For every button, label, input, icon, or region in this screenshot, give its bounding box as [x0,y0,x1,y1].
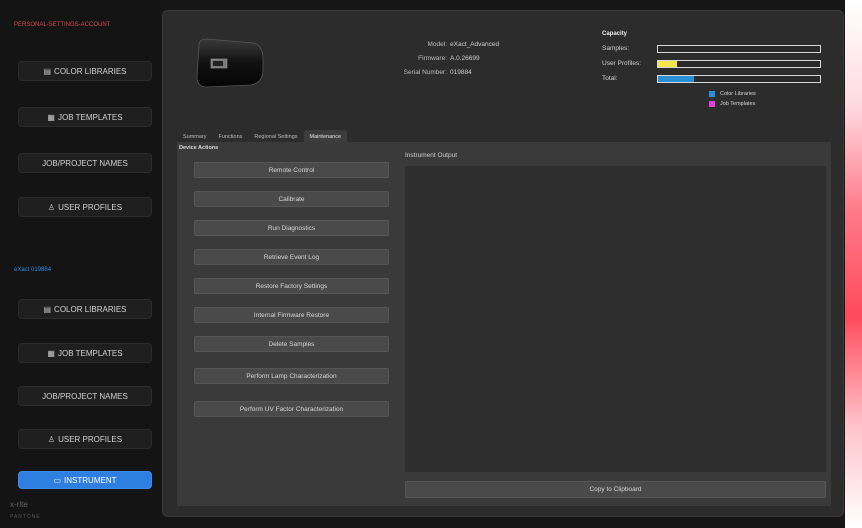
sidebar-section-title-device: eXact 019884 [14,267,52,273]
sidebar-item-label: COLOR LIBRARIES [54,66,127,76]
sidebar-item-device-color-libraries[interactable]: ▤ COLOR LIBRARIES [18,299,152,319]
firmware-value: A.0.26699 [450,55,480,62]
serial-label: Serial Number: [403,69,447,76]
capacity-title: Capacity [602,31,628,37]
sidebar-item-device-job-project-names[interactable]: JOB/PROJECT NAMES [18,386,152,406]
device-actions-title: Device Actions [179,145,219,151]
serial-row: Serial Number: 019884 [385,69,472,76]
sidebar-item-label: JOB/PROJECT NAMES [42,391,128,401]
serial-value: 019884 [450,69,472,76]
sidebar-item-label: JOB TEMPLATES [57,348,123,358]
legend-swatch-job-templates [709,101,715,107]
copy-to-clipboard-button[interactable]: Copy to Clipboard [405,481,826,498]
legend-job-templates: Job Templates [709,101,755,107]
model-row: Model: eXact_Advanced [385,41,499,48]
user-icon: ♙ [47,202,56,212]
instrument-output-label: Instrument Output [405,152,458,159]
main-panel: Model: eXact_Advanced Firmware: A.0.26699 … [162,10,844,517]
library-icon: ▤ [43,66,52,76]
pantone-logo: PANTONE [10,514,41,520]
sidebar-item-label: INSTRUMENT [64,475,117,485]
user-icon: ♙ [47,434,56,444]
firmware-label: Firmware: [418,55,447,62]
sidebar-item-label: USER PROFILES [58,434,123,444]
template-icon: ▦ [47,112,55,122]
firmware-row: Firmware: A.0.26699 [385,55,480,62]
capacity-user-profiles-fill [658,61,678,67]
capacity-total-bar [657,75,821,83]
device-image [196,38,264,88]
sidebar-item-device-user-profiles[interactable]: ♙ USER PROFILES [18,429,152,449]
legend-label: Job Templates [720,101,756,107]
sidebar-item-color-libraries[interactable]: ▤ COLOR LIBRARIES [18,61,152,81]
capacity-samples-label: Samples: [602,45,630,52]
perform-lamp-characterization-button[interactable]: Perform Lamp Characterization [194,368,389,384]
restore-factory-settings-button[interactable]: Restore Factory Settings [194,278,389,294]
remote-control-button[interactable]: Remote Control [194,162,389,178]
sidebar-item-label: JOB/PROJECT NAMES [42,158,128,168]
sidebar-item-device-job-templates[interactable]: ▦ JOB TEMPLATES [18,343,152,363]
capacity-user-profiles-bar [657,60,821,68]
sidebar-item-label: COLOR LIBRARIES [54,304,127,314]
run-diagnostics-button[interactable]: Run Diagnostics [194,220,389,236]
retrieve-event-log-button[interactable]: Retrieve Event Log [194,249,389,265]
capacity-total-label: Total: [602,75,618,82]
instrument-icon: ▭ [53,475,62,485]
model-value: eXact_Advanced [450,41,500,48]
template-icon: ▦ [47,348,55,358]
sidebar-item-job-project-names[interactable]: JOB/PROJECT NAMES [18,153,152,173]
instrument-output-area[interactable] [405,166,826,472]
desktop-background-edge [845,0,862,528]
sidebar-item-job-templates[interactable]: ▦ JOB TEMPLATES [18,107,152,127]
sidebar-item-instrument[interactable]: ▭ INSTRUMENT [18,471,152,489]
capacity-user-profiles-label: User Profiles: [602,60,642,67]
calibrate-button[interactable]: Calibrate [194,191,389,207]
legend-color-libraries: Color Libraries [709,91,756,97]
capacity-total-fill [658,76,694,82]
delete-samples-button[interactable]: Delete Samples [194,336,389,352]
legend-swatch-color-libraries [709,91,715,97]
xrite-logo: x-rite [10,500,28,509]
legend-label: Color Libraries [720,91,756,97]
perform-uv-factor-characterization-button[interactable]: Perform UV Factor Characterization [194,401,389,417]
internal-firmware-restore-button[interactable]: Internal Firmware Restore [194,307,389,323]
library-icon: ▤ [43,304,52,314]
capacity-samples-bar [657,45,821,53]
sidebar-section-title-account: PERSONAL-SETTINGS-ACCOUNT [14,22,111,28]
sidebar: PERSONAL-SETTINGS-ACCOUNT ▤ COLOR LIBRAR… [0,0,160,528]
app-window: PERSONAL-SETTINGS-ACCOUNT ▤ COLOR LIBRAR… [0,0,845,528]
model-label: Model: [427,41,447,48]
sidebar-item-label: JOB TEMPLATES [57,112,123,122]
sidebar-item-label: USER PROFILES [58,202,123,212]
sidebar-item-user-profiles[interactable]: ♙ USER PROFILES [18,197,152,217]
